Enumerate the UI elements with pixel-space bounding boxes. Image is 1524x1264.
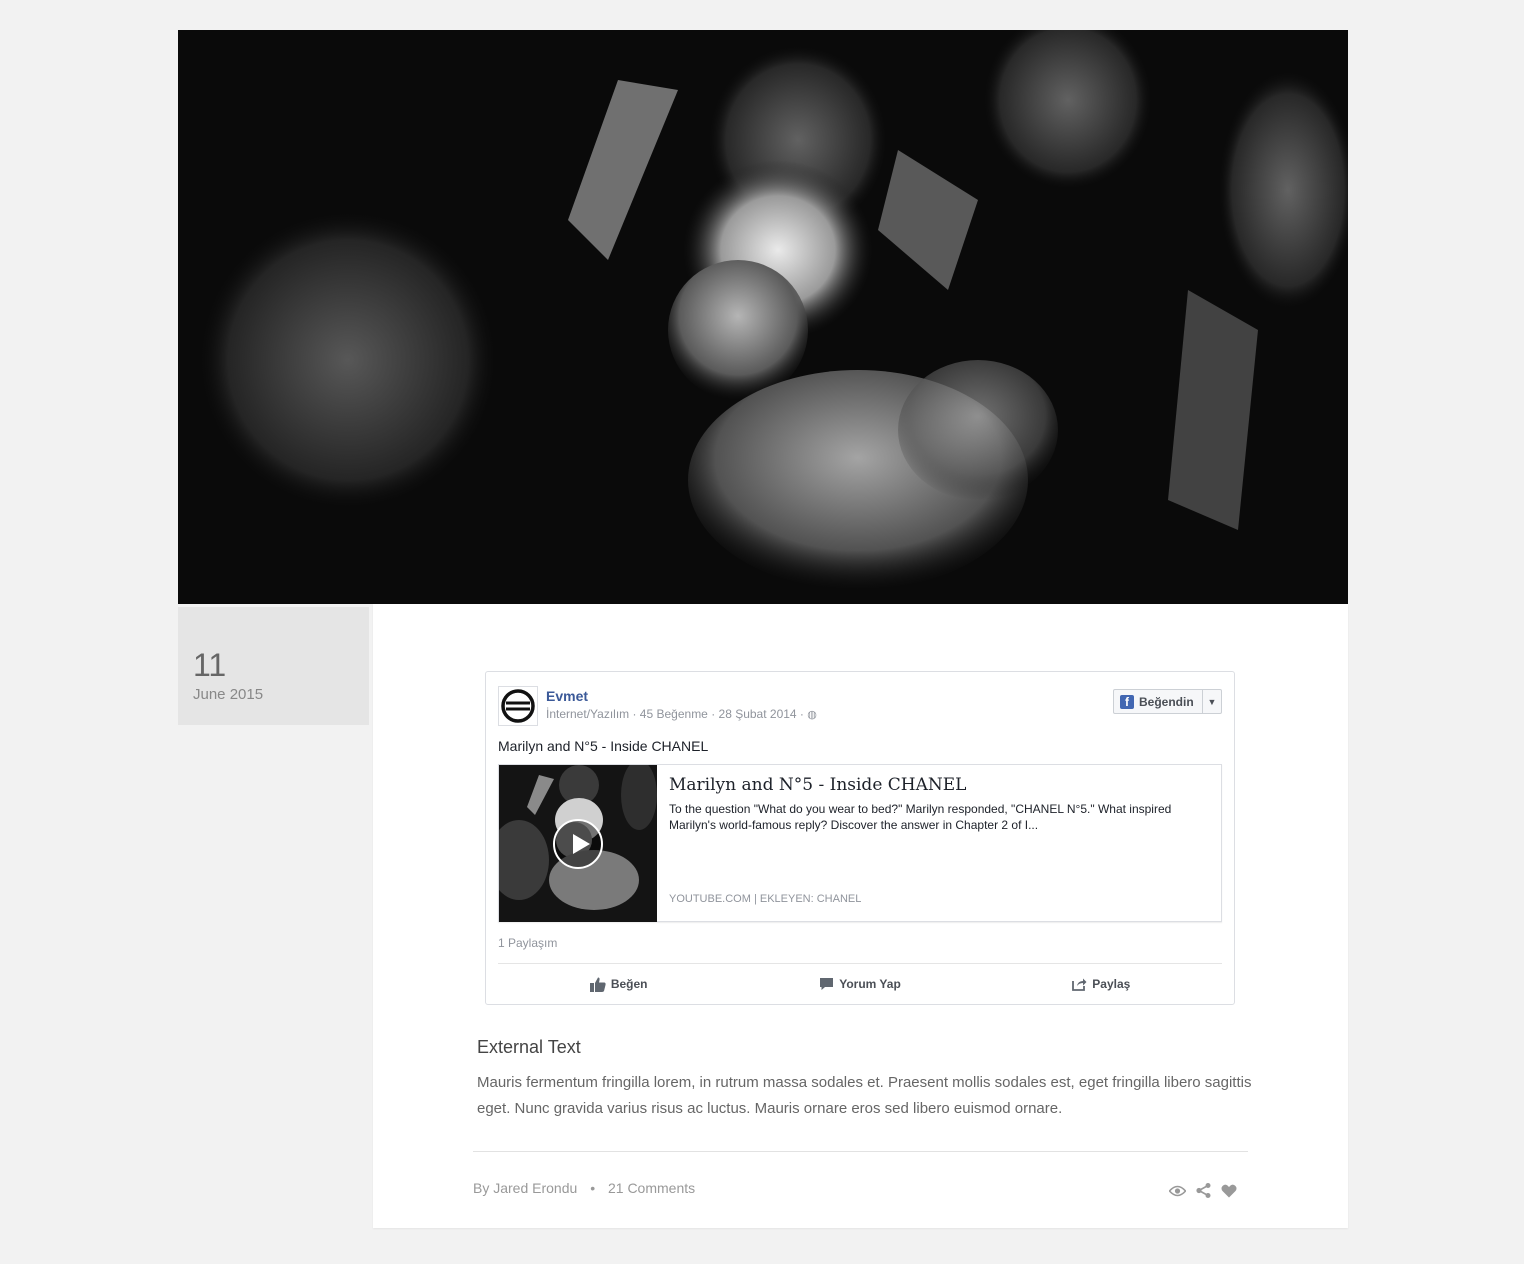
play-icon[interactable] — [553, 819, 603, 869]
like-action[interactable]: Beğen — [498, 972, 739, 996]
share-arrow-icon — [1072, 978, 1087, 991]
comment-action[interactable]: Yorum Yap — [739, 972, 980, 996]
separator-dot: • — [590, 1180, 596, 1196]
facebook-embed: Evmet İnternet/Yazılım · 45 Beğenme · 28… — [485, 671, 1235, 1005]
like-action-label: Beğen — [610, 977, 648, 991]
footer-divider — [473, 1151, 1248, 1152]
date-day: 11 — [193, 647, 227, 683]
comments-link[interactable]: 21 Comments — [608, 1180, 695, 1196]
post-card: Evmet İnternet/Yazılım · 45 Beğenme · 28… — [373, 604, 1348, 1228]
section-title: External Text — [477, 1037, 581, 1057]
like-page-button[interactable]: f Beğendin ▼ — [1113, 689, 1222, 714]
date-month: June 2015 — [193, 686, 264, 703]
thumbs-up-icon — [589, 977, 606, 992]
post-footer: By Jared Erondu • 21 Comments — [473, 1180, 695, 1196]
comment-icon — [820, 978, 834, 990]
share-action[interactable]: Paylaş — [981, 972, 1222, 996]
video-thumbnail[interactable] — [499, 765, 657, 922]
facebook-f-icon: f — [1120, 694, 1134, 709]
hero-image — [178, 30, 1348, 604]
share-icon[interactable] — [1196, 1183, 1211, 1198]
link-preview-card[interactable]: Marilyn and N°5 - Inside CHANEL To the q… — [498, 764, 1222, 922]
actions-divider — [498, 963, 1222, 964]
page-name[interactable]: Evmet — [546, 688, 588, 704]
post-actions: Beğen Yorum Yap Paylaş — [498, 972, 1222, 996]
page-meta-text: İnternet/Yazılım · 45 Beğenme · 28 Şubat… — [546, 707, 804, 721]
share-action-label: Paylaş — [1092, 977, 1131, 991]
card-source: YOUTUBE.COM | EKLEYEN: CHANEL — [669, 893, 862, 905]
post-text: Marilyn and N°5 - Inside CHANEL — [498, 738, 709, 754]
like-page-label: Beğendin — [1139, 694, 1194, 709]
card-description: To the question "What do you wear to bed… — [669, 802, 1172, 832]
share-count[interactable]: 1 Paylaşım — [498, 936, 557, 950]
evmet-logo-icon — [501, 689, 535, 723]
post-date: 11 June 2015 — [178, 607, 369, 725]
chevron-down-icon[interactable]: ▼ — [1203, 697, 1221, 707]
page-avatar[interactable] — [498, 686, 538, 726]
comment-action-label: Yorum Yap — [839, 977, 901, 991]
page-meta: İnternet/Yazılım · 45 Beğenme · 28 Şubat… — [546, 707, 817, 721]
heart-icon[interactable] — [1221, 1184, 1237, 1198]
card-title[interactable]: Marilyn and N°5 - Inside CHANEL — [669, 775, 966, 795]
section-body: Mauris fermentum fringilla lorem, in rut… — [477, 1074, 1252, 1117]
globe-icon: ◍ — [807, 709, 817, 721]
post-action-icons — [1169, 1183, 1237, 1198]
eye-icon[interactable] — [1169, 1185, 1186, 1197]
author-link[interactable]: By Jared Erondu — [473, 1180, 577, 1196]
